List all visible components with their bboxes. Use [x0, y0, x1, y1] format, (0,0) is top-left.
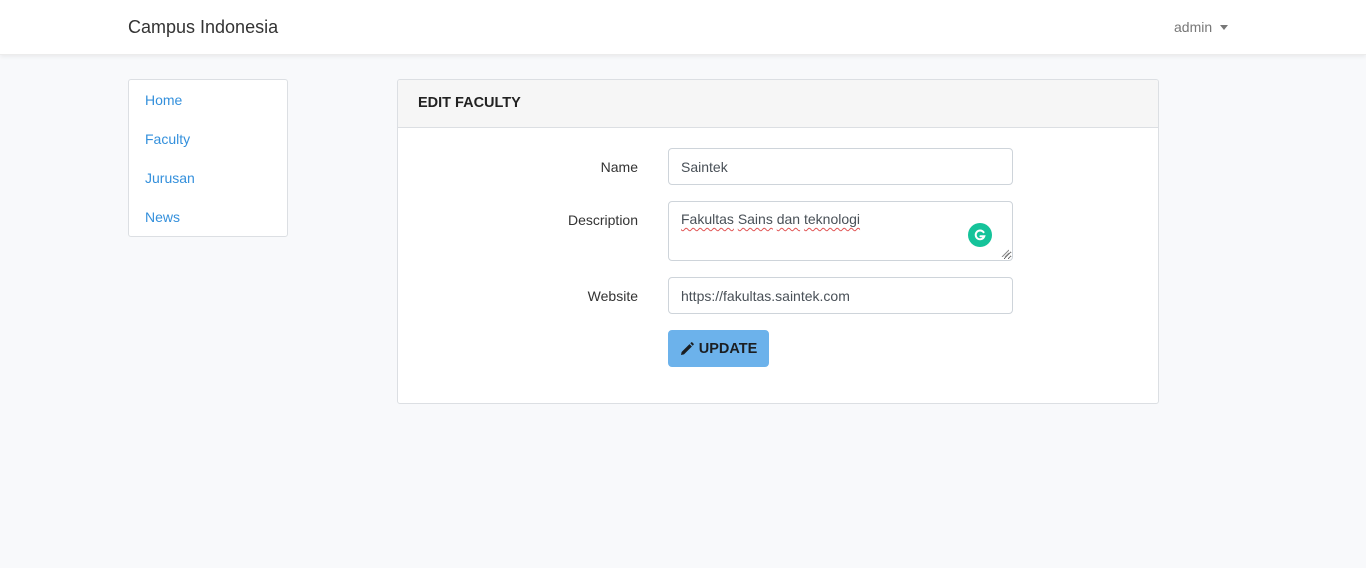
- description-field[interactable]: [668, 201, 1013, 261]
- user-dropdown[interactable]: admin: [1174, 19, 1229, 35]
- user-name: admin: [1174, 19, 1213, 35]
- website-field[interactable]: [668, 277, 1013, 314]
- pencil-icon: [680, 341, 694, 355]
- edit-faculty-card: EDIT FACULTY Name Description Fakultas S…: [397, 79, 1159, 404]
- card-title: EDIT FACULTY: [398, 80, 1158, 128]
- grammarly-icon[interactable]: [968, 223, 992, 247]
- sidebar-item-faculty[interactable]: Faculty: [145, 131, 190, 147]
- brand-title[interactable]: Campus Indonesia: [128, 17, 278, 38]
- name-field[interactable]: [668, 148, 1013, 185]
- name-label: Name: [600, 159, 638, 175]
- update-button[interactable]: UPDATE: [668, 330, 769, 367]
- caret-down-icon: [1220, 25, 1229, 30]
- navbar: Campus Indonesia admin: [0, 0, 1366, 55]
- sidebar: Home Faculty Jurusan News: [128, 79, 288, 237]
- sidebar-item-jurusan[interactable]: Jurusan: [145, 170, 195, 186]
- description-label: Description: [567, 212, 638, 228]
- sidebar-item-news[interactable]: News: [145, 209, 180, 225]
- website-label: Website: [587, 288, 638, 304]
- update-button-label: UPDATE: [698, 340, 758, 357]
- sidebar-item-home[interactable]: Home: [145, 92, 182, 108]
